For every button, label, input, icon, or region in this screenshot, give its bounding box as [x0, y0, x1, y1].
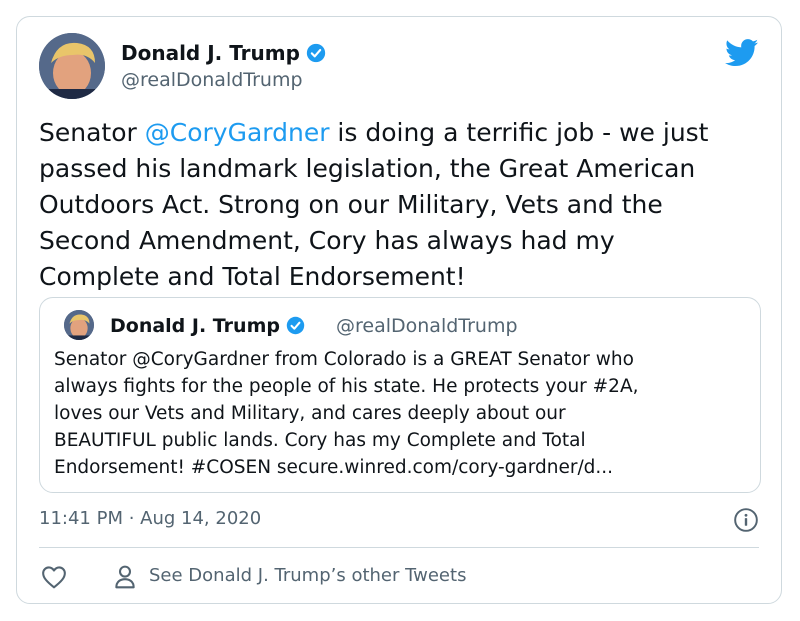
divider: [39, 547, 759, 548]
quoted-tweet[interactable]: Donald J. Trump @realDonaldTrump Senator…: [39, 297, 761, 493]
display-name-text: Donald J. Trump: [121, 41, 300, 65]
quoted-display-name[interactable]: Donald J. Trump: [110, 315, 305, 340]
handle[interactable]: @realDonaldTrump: [121, 69, 303, 91]
info-icon[interactable]: [733, 507, 759, 537]
quoted-avatar[interactable]: [64, 310, 94, 340]
avatar[interactable]: [39, 33, 105, 99]
heart-icon[interactable]: [41, 565, 67, 593]
quoted-tweet-text: Senator @CoryGardner from Colorado is a …: [54, 349, 639, 478]
tweet-text: Senator @CoryGardner is doing a terrific…: [39, 115, 769, 295]
verified-badge-icon: [306, 43, 326, 68]
quoted-display-name-text: Donald J. Trump: [110, 315, 280, 337]
mention-link[interactable]: @CoryGardner: [145, 118, 330, 147]
twitter-bird-icon[interactable]: [725, 39, 759, 71]
timestamp[interactable]: 11:41 PM · Aug 14, 2020: [39, 508, 261, 529]
tweet-text-part: Senator: [39, 118, 145, 147]
person-icon[interactable]: [113, 564, 137, 594]
quoted-handle[interactable]: @realDonaldTrump: [336, 315, 518, 337]
verified-badge-icon: [286, 316, 305, 340]
see-other-tweets-link[interactable]: See Donald J. Trump’s other Tweets: [149, 565, 466, 586]
display-name[interactable]: Donald J. Trump: [121, 41, 326, 68]
tweet-card: Donald J. Trump @realDonaldTrump Senator…: [16, 16, 782, 604]
